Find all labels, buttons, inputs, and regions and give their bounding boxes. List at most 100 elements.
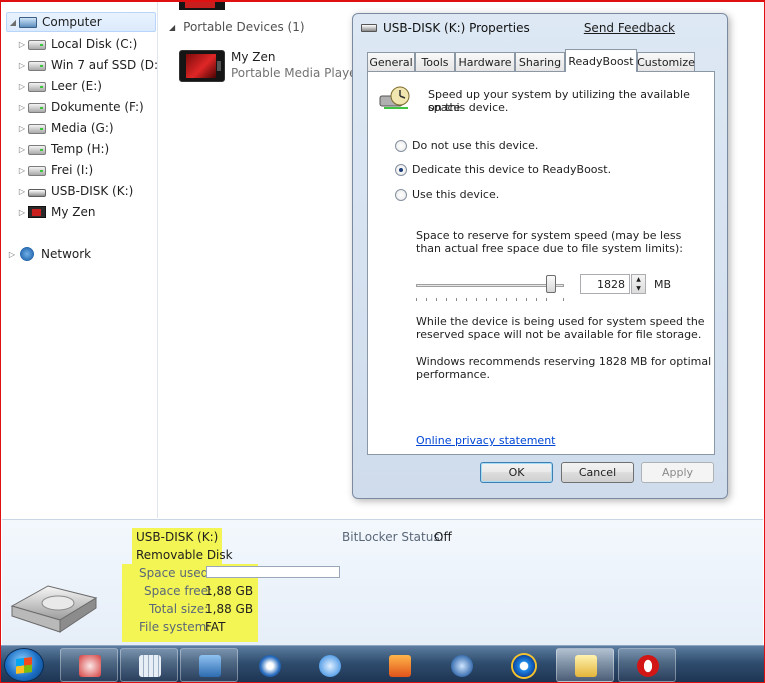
nav-item-label: Media (G:) — [51, 121, 114, 135]
drive-icon — [28, 124, 46, 134]
tab-general[interactable]: General — [367, 52, 415, 72]
radio-button[interactable] — [395, 188, 407, 201]
radio-dedicate[interactable]: Dedicate this device to ReadyBoost. — [395, 163, 611, 176]
apply-button[interactable]: Apply — [641, 462, 714, 483]
nav-item-dokumente-f[interactable]: ▷ Dokumente (F:) — [16, 97, 144, 117]
device-type: Portable Media Player — [231, 66, 362, 80]
total-size-value: 1,88 GB — [205, 602, 254, 616]
expand-arrow-icon[interactable]: ▷ — [16, 187, 28, 196]
nav-item-usb-disk-k[interactable]: ▷ USB-DISK (K:) — [16, 181, 133, 201]
expand-arrow-icon[interactable]: ▷ — [16, 208, 28, 217]
tab-customize[interactable]: Customize — [637, 52, 695, 72]
nav-item-network[interactable]: ▷ Network — [6, 244, 91, 264]
expand-arrow-icon[interactable]: ▷ — [16, 124, 28, 133]
usb-drive-icon — [361, 24, 377, 32]
taskbar-calculator[interactable] — [120, 648, 178, 682]
bitlocker-value: Off — [434, 530, 452, 544]
tab-tools[interactable]: Tools — [415, 52, 455, 72]
expand-arrow-icon[interactable]: ▷ — [16, 166, 28, 175]
taskbar-windows-explorer[interactable] — [556, 648, 614, 682]
reserve-spin-buttons[interactable]: ▲ ▼ — [631, 274, 646, 294]
drive-icon — [28, 166, 46, 176]
file-system-value: FAT — [205, 620, 226, 634]
expand-arrow-icon[interactable]: ▷ — [16, 145, 28, 154]
close-button[interactable] — [679, 15, 719, 33]
expand-arrow-icon[interactable]: ▷ — [6, 250, 18, 259]
nav-item-local-disk-c[interactable]: ▷ Local Disk (C:) — [16, 34, 137, 54]
radio-button[interactable] — [395, 139, 407, 152]
reserve-unit-label: MB — [654, 278, 672, 291]
computer-icon — [19, 16, 37, 28]
nav-item-label: My Zen — [51, 205, 96, 219]
media-center-icon — [259, 655, 281, 677]
expand-arrow-icon[interactable]: ◢ — [7, 18, 19, 27]
taskbar-internet-explorer[interactable] — [494, 648, 552, 682]
collapse-caret-icon[interactable]: ◢ — [169, 23, 175, 32]
nav-item-label: Computer — [42, 15, 102, 29]
nav-item-media-g[interactable]: ▷ Media (G:) — [16, 118, 114, 138]
drive-name: USB-DISK (K:) — [136, 530, 219, 544]
network-icon — [18, 247, 36, 261]
nav-item-label: USB-DISK (K:) — [51, 184, 134, 198]
tab-hardware[interactable]: Hardware — [455, 52, 515, 72]
ok-button[interactable]: OK — [480, 462, 553, 483]
drive-type: Removable Disk — [136, 548, 233, 562]
drive-icon — [28, 82, 46, 92]
send-feedback-link[interactable]: Send Feedback — [584, 21, 675, 35]
slider-ticks — [416, 298, 564, 301]
tab-readyboost[interactable]: ReadyBoost — [565, 49, 637, 72]
navigation-pane: ◢ Computer ▷ Local Disk (C:) ▷ Win 7 auf… — [2, 2, 163, 518]
nav-item-leer-e[interactable]: ▷ Leer (E:) — [16, 76, 102, 96]
expand-arrow-icon[interactable]: ▷ — [16, 61, 28, 70]
privacy-statement-link[interactable]: Online privacy statement — [416, 434, 555, 447]
tab-sharing[interactable]: Sharing — [515, 52, 565, 72]
expand-arrow-icon[interactable]: ▷ — [16, 103, 28, 112]
recommend-text-line-1: Windows recommends reserving 1828 MB for… — [416, 355, 712, 368]
radio-button[interactable] — [395, 163, 407, 176]
nav-item-computer[interactable]: ◢ Computer — [6, 12, 156, 32]
group-header-portable-devices[interactable]: ◢ Portable Devices (1) — [169, 20, 305, 34]
cancel-button[interactable]: Cancel — [561, 462, 634, 483]
internet-explorer-icon — [513, 655, 535, 677]
radio-use-device[interactable]: Use this device. — [395, 188, 499, 201]
radio-label: Do not use this device. — [412, 139, 539, 152]
taskbar-snipping-tool[interactable] — [60, 648, 118, 682]
taskbar-media-center[interactable] — [240, 648, 298, 682]
taskbar-control-panel[interactable] — [180, 648, 238, 682]
media-player-icon — [389, 655, 411, 677]
expand-arrow-icon[interactable]: ▷ — [16, 82, 28, 91]
group-header-label: Portable Devices (1) — [183, 20, 305, 34]
dialog-title: USB-DISK (K:) Properties — [383, 21, 530, 35]
start-button[interactable] — [4, 648, 44, 682]
expand-arrow-icon[interactable]: ▷ — [16, 40, 28, 49]
nav-item-label: Local Disk (C:) — [51, 37, 138, 51]
media-player-icon — [28, 206, 46, 218]
bitlocker-label: BitLocker Status: — [342, 530, 444, 544]
taskbar-itunes[interactable] — [300, 648, 358, 682]
radio-label: Dedicate this device to ReadyBoost. — [412, 163, 612, 176]
nav-item-temp-h[interactable]: ▷ Temp (H:) — [16, 139, 109, 159]
space-used-label: Space used: — [139, 566, 213, 580]
taskbar-media-player[interactable] — [370, 648, 428, 682]
reserve-slider-thumb[interactable] — [546, 275, 556, 293]
reserve-text-line-1: Space to reserve for system speed (may b… — [416, 229, 682, 242]
reserve-slider-track[interactable] — [416, 284, 564, 287]
calculator-icon — [139, 655, 161, 677]
reserve-text-line-2: than actual free space due to file syste… — [416, 242, 684, 255]
nav-item-label: Temp (H:) — [51, 142, 110, 156]
nav-item-frei-i[interactable]: ▷ Frei (I:) — [16, 160, 93, 180]
taskbar-opera[interactable] — [618, 648, 676, 682]
drive-icon — [28, 103, 46, 113]
device-tile-my-zen[interactable]: My Zen Portable Media Player — [179, 50, 362, 82]
radio-do-not-use[interactable]: Do not use this device. — [395, 139, 538, 152]
nav-item-label: Leer (E:) — [51, 79, 102, 93]
nav-item-win7-d[interactable]: ▷ Win 7 auf SSD (D:) — [16, 55, 163, 75]
reserve-size-input[interactable]: 1828 — [580, 274, 630, 294]
itunes-icon — [319, 655, 341, 677]
taskbar-resource-monitor[interactable] — [432, 648, 490, 682]
removable-disk-icon — [10, 585, 98, 633]
nav-item-my-zen[interactable]: ▷ My Zen — [16, 202, 96, 222]
nav-item-label: Frei (I:) — [51, 163, 94, 177]
usb-drive-icon — [28, 188, 46, 197]
space-free-label: Space free: — [144, 584, 213, 598]
